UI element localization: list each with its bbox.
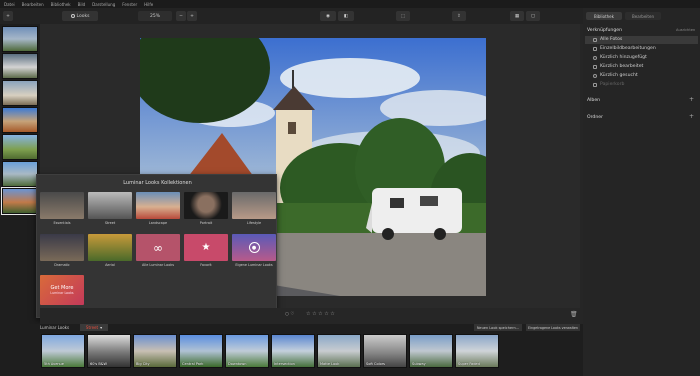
looks-icon [70, 14, 75, 18]
shortcut-recently-edited[interactable]: Kürzlich bearbeitet [593, 64, 643, 69]
manage-looks-button[interactable]: Eingetragene Looks verwalten [526, 324, 580, 331]
compare-icon[interactable]: ◧ [338, 11, 354, 21]
thumbnail[interactable] [2, 53, 38, 79]
look-thumbnail[interactable]: Subway [409, 334, 453, 368]
menu-item[interactable]: Bibliothek [51, 2, 71, 7]
crop-icon[interactable]: ⬚ [396, 11, 410, 21]
user-icon[interactable]: ● [232, 234, 276, 261]
thumbnail-selected[interactable] [1, 187, 39, 215]
right-panel: Bibliothek Bearbeiten Verknüpfungen Ausr… [583, 8, 700, 376]
looks-label: Looks [76, 13, 90, 19]
thumbnail-strip [0, 24, 40, 324]
search-icon [593, 73, 597, 78]
add-album-icon[interactable]: + [689, 96, 694, 103]
collection-portrait[interactable] [184, 192, 228, 219]
collection-select[interactable]: Street ▾ [80, 324, 108, 331]
look-thumbnail[interactable]: Downtown [225, 334, 269, 368]
collection-lifestyle[interactable] [232, 192, 276, 219]
plus-circle-icon [593, 55, 597, 60]
look-thumbnail[interactable]: 5th Avenue [41, 334, 85, 368]
zoom-in-button[interactable]: + [187, 11, 197, 21]
shortcuts-action[interactable]: Ausrichten [676, 28, 695, 32]
thumbnail[interactable] [2, 107, 38, 133]
shortcuts-title: Verknüpfungen [587, 28, 622, 33]
popup-title: Luminar Looks Kollektionen [123, 180, 192, 186]
menu-item[interactable]: Hilfe [144, 2, 153, 7]
collection-dramatic[interactable] [40, 234, 84, 261]
look-thumbnail[interactable]: Intersection [271, 334, 315, 368]
zoom-select[interactable]: 25% [138, 11, 172, 21]
edit-icon [593, 64, 597, 69]
tab-edit[interactable]: Bearbeiten [625, 12, 661, 20]
look-thumbnail[interactable]: Super Faded [455, 334, 499, 368]
add-folder-icon[interactable]: + [689, 113, 694, 120]
tab-library[interactable]: Bibliothek [586, 12, 622, 20]
thumbnail[interactable] [2, 134, 38, 160]
get-more-button[interactable]: Get More Luminar Looks [40, 275, 84, 305]
menu-item[interactable]: Datei [4, 2, 15, 7]
infinity-icon[interactable]: ∞ [136, 234, 180, 261]
save-new-look-button[interactable]: Neuen Look speichern… [474, 324, 522, 331]
albums-title: Alben [587, 98, 601, 103]
chevron-down-icon: ▾ [100, 325, 103, 330]
looks-collections-popup: Luminar Looks Kollektionen Essentials St… [36, 174, 277, 318]
menu-item[interactable]: Darstellung [92, 2, 115, 7]
look-thumbnail[interactable]: Soft Colors [363, 334, 407, 368]
trash-icon [593, 82, 597, 87]
thumbnail[interactable] [2, 80, 38, 106]
menu-bar: Datei Bearbeiten Bibliothek Bild Darstellung… [0, 0, 700, 8]
add-button[interactable]: + [3, 11, 13, 21]
thumbnail[interactable] [2, 26, 38, 52]
look-thumbnail[interactable]: Matte Look [317, 334, 361, 368]
look-thumbnail[interactable]: Big City [133, 334, 177, 368]
single-view-icon[interactable]: ▢ [526, 11, 540, 21]
grid-view-icon[interactable]: ▦ [510, 11, 524, 21]
collection-street[interactable] [88, 192, 132, 219]
collection-essentials[interactable] [40, 192, 84, 219]
shortcut-single-edits[interactable]: Einzelbildbearbeitungen [593, 46, 656, 51]
collection-aerial[interactable] [88, 234, 132, 261]
look-thumbnail[interactable]: 60's B&W [87, 334, 131, 368]
shortcut-recently-searched[interactable]: Kürzlich gesucht [593, 73, 638, 78]
trash-icon[interactable]: 🗑 [570, 311, 578, 318]
menu-item[interactable]: Fenster [122, 2, 137, 7]
shortcut-trash[interactable]: Papierkorb [593, 82, 624, 87]
collection-landscape[interactable] [136, 192, 180, 219]
thumbnail[interactable] [2, 161, 38, 187]
tab-luminar-looks[interactable]: Luminar Looks [40, 325, 69, 330]
look-thumbnail[interactable]: Central Park [179, 334, 223, 368]
looks-filmstrip: 5th Avenue 60's B&W Big City Central Par… [0, 332, 583, 376]
shortcut-recently-added[interactable]: Kürzlich hinzugefügt [593, 55, 647, 60]
eye-icon[interactable]: ◉ [320, 11, 336, 21]
shortcut-all-photos[interactable]: Alle Fotos [593, 37, 622, 42]
looks-bar: Luminar Looks Street ▾ Neuen Look speich… [0, 324, 583, 332]
flag-controls[interactable]: ○ ♡ [285, 312, 294, 317]
looks-button[interactable]: Looks [62, 11, 98, 21]
image-icon [593, 46, 597, 51]
photos-icon [593, 37, 597, 42]
menu-item[interactable]: Bearbeiten [22, 2, 44, 7]
status-bar: ○ ♡ ☆ ☆ ☆ ☆ ☆ 🗑 [40, 308, 580, 324]
star-icon[interactable]: ★ [184, 234, 228, 261]
zoom-out-button[interactable]: − [176, 11, 186, 21]
share-icon[interactable]: ⇪ [452, 11, 466, 21]
menu-item[interactable]: Bild [78, 2, 86, 7]
star-rating[interactable]: ☆ ☆ ☆ ☆ ☆ [306, 311, 335, 317]
folders-title: Ordner [587, 115, 603, 120]
